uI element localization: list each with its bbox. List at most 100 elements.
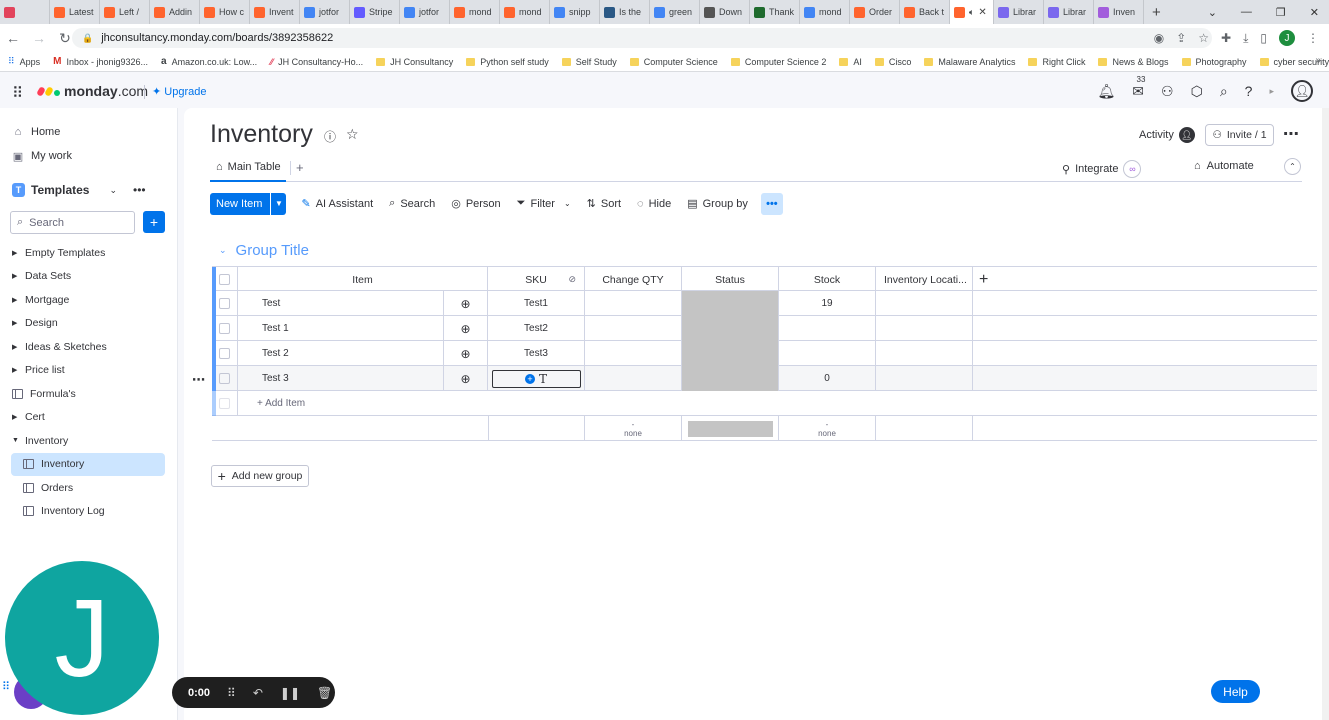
browser-tab[interactable]: Invent [250, 0, 300, 24]
help-button[interactable]: Help [1211, 680, 1260, 703]
cell-cb[interactable] [212, 366, 238, 391]
side-panel-icon[interactable]: ▯ [1260, 31, 1267, 45]
monday-logo[interactable]: monday.com [36, 83, 148, 99]
cell-location[interactable] [876, 366, 973, 391]
bookmark-item[interactable]: M Inbox - jhonig9326... [53, 56, 148, 67]
column-header-add[interactable]: + [973, 267, 1317, 292]
cell-cb[interactable] [212, 341, 238, 366]
browser-tab[interactable]: Librar [1044, 0, 1094, 24]
filter-button[interactable]: ⏷ Filter ⌄ [517, 197, 571, 210]
column-header-stock[interactable]: Stock [779, 267, 876, 292]
browser-tab[interactable]: 🔈︎ ✕ [950, 0, 994, 24]
help-icon[interactable]: ? [1245, 83, 1253, 99]
chevron-down-icon[interactable]: ⌄ [219, 245, 227, 256]
account-switch-icon[interactable]: ▸ [1269, 86, 1274, 97]
sidebar-nav-home[interactable]: ⌂ Home [12, 120, 177, 144]
sidebar-folder-item[interactable]: ▶ Design [12, 312, 172, 336]
bookmark-item[interactable]: JH Consultancy [376, 57, 453, 67]
info-icon[interactable]: ⓘ [324, 128, 336, 145]
browser-tab[interactable]: Is the [600, 0, 650, 24]
add-view-icon[interactable]: + [296, 160, 304, 175]
chevron-down-icon[interactable]: ▼ [270, 192, 286, 215]
column-header-status[interactable]: Status [682, 267, 779, 292]
eye-icon[interactable]: ◉ [1154, 31, 1164, 45]
url-field[interactable]: 🔒 jhconsultancy.monday.com/boards/389235… [72, 28, 1212, 48]
browser-tab[interactable]: Latest [50, 0, 100, 24]
sidebar-board-item[interactable]: Inventory [11, 452, 165, 476]
add-update-icon[interactable]: ⊕ [460, 297, 470, 311]
cell-change-qty[interactable] [585, 341, 682, 366]
select-all-checkbox[interactable] [219, 274, 230, 285]
page-scrollbar[interactable] [1322, 108, 1329, 720]
cell-item[interactable]: Test [238, 291, 444, 316]
cell-change-qty[interactable] [585, 366, 682, 391]
activity-button[interactable]: Activity 👤︎ [1139, 127, 1195, 143]
table-row[interactable]: Test 3 ⊕ + T 0 [212, 366, 1317, 391]
browser-tab[interactable]: snipp [550, 0, 600, 24]
row-checkbox[interactable] [219, 298, 230, 309]
column-header-cb[interactable] [212, 267, 238, 292]
bookmark-item[interactable]: Cisco [874, 57, 911, 67]
sidebar-board-item[interactable]: Formula's [12, 382, 172, 406]
cell-status[interactable] [682, 341, 779, 366]
browser-tab[interactable]: Back t [900, 0, 950, 24]
cell-stock[interactable] [779, 316, 876, 341]
sidebar-folder-item[interactable]: ▶ Cert [12, 406, 172, 430]
sidebar-search-input[interactable]: ⌕ Search [10, 211, 135, 234]
integrate-button[interactable]: ⚲ Integrate ∞ [1062, 160, 1142, 178]
plus-circle-icon[interactable]: + [524, 373, 535, 384]
restore-icon[interactable]: ❐ [1276, 6, 1286, 19]
bookmark-item[interactable]: Right Click [1028, 57, 1085, 67]
new-item-button[interactable]: New Item ▼ [210, 192, 287, 215]
eye-off-icon[interactable]: ⊘ [568, 274, 576, 285]
search-icon[interactable]: ⌕ [1220, 83, 1228, 100]
add-update-icon[interactable]: ⊕ [460, 322, 470, 336]
browser-tab[interactable]: Thank [750, 0, 800, 24]
sidebar-board-item[interactable]: Inventory Log [11, 500, 165, 524]
forward-icon[interactable]: → [26, 30, 52, 46]
close-tab-icon[interactable]: ✕ [978, 7, 986, 18]
column-header-sku[interactable]: SKU ⊘ [488, 267, 585, 292]
ai-assistant-button[interactable]: ✎ AI Assistant [301, 197, 373, 211]
search-button[interactable]: ⌕ Search [389, 197, 435, 210]
cell-change-qty[interactable] [585, 316, 682, 341]
caret-right-icon[interactable]: ▶ [12, 366, 18, 374]
sidebar-folder-item[interactable]: ▶ Mortgage [12, 288, 172, 312]
share-icon[interactable]: ⇪ [1176, 31, 1186, 45]
bell-icon[interactable]: 🔔︎ [1098, 83, 1116, 100]
bookmark-item[interactable]: Photography [1181, 57, 1247, 67]
favorite-star-icon[interactable]: ☆ [346, 126, 359, 143]
cell-stock[interactable]: 19 [779, 291, 876, 316]
cell-cb[interactable] [212, 291, 238, 316]
bookmark-item[interactable]: Self Study [561, 57, 617, 67]
browser-tab[interactable]: Inven [1094, 0, 1144, 24]
more-bookmarks-icon[interactable]: » [1315, 55, 1321, 66]
cell-location[interactable] [876, 341, 973, 366]
add-item-row[interactable]: + Add Item [212, 391, 1317, 416]
cell-conv[interactable]: ⊕ [444, 291, 488, 316]
bookmark-item[interactable]: Python self study [466, 57, 549, 67]
table-row[interactable]: Test ⊕ Test1 19 [212, 291, 1317, 316]
cell-conv[interactable]: ⊕ [444, 316, 488, 341]
cell-sku[interactable]: Test2 [488, 316, 585, 341]
caret-right-icon[interactable]: ▶ [12, 296, 18, 304]
apps-marketplace-icon[interactable]: ⬡ [1191, 83, 1203, 100]
bookmark-item[interactable]: News & Blogs [1098, 57, 1169, 67]
browser-tab[interactable]: Addin [150, 0, 200, 24]
table-row[interactable]: Test 1 ⊕ Test2 [212, 316, 1317, 341]
browser-tab[interactable]: Order [850, 0, 900, 24]
recorder-grid-icon[interactable]: ⠿ [227, 686, 236, 700]
bookmark-item[interactable]: a Amazon.co.uk: Low... [161, 56, 257, 67]
row-checkbox[interactable] [219, 373, 230, 384]
minimize-icon[interactable]: — [1241, 6, 1252, 18]
download-icon[interactable]: ⤓ [1243, 31, 1248, 46]
cell-stock[interactable]: 0 [779, 366, 876, 391]
table-row[interactable]: Test 2 ⊕ Test3 [212, 341, 1317, 366]
sidebar-folder-item[interactable]: ▶ Price list [12, 359, 172, 383]
bookmark-item[interactable]: Computer Science [629, 57, 718, 67]
extensions-icon[interactable]: ✚ [1221, 31, 1231, 45]
browser-tab[interactable]: mond [800, 0, 850, 24]
cell-change-qty[interactable] [585, 291, 682, 316]
cell-conv[interactable]: ⊕ [444, 366, 488, 391]
sku-edit-field[interactable]: + T [491, 369, 581, 388]
